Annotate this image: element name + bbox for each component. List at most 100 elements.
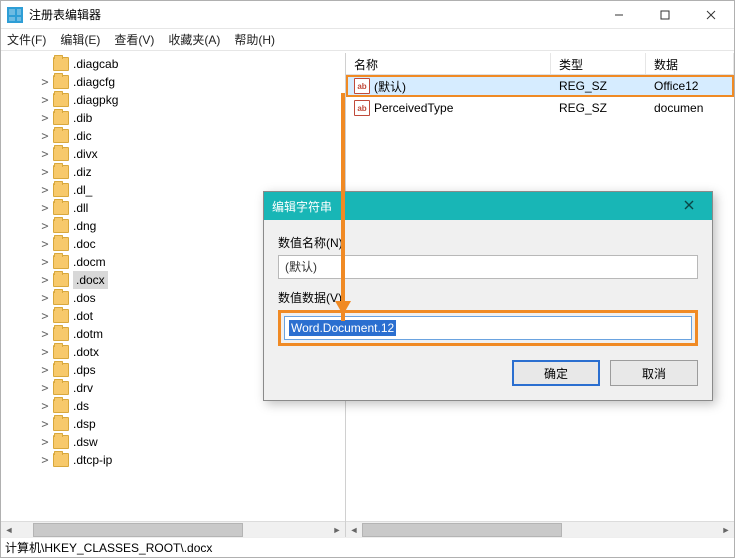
tree-item[interactable]: > .dib (19, 109, 345, 127)
tree-label: .dic (73, 129, 92, 143)
folder-icon (53, 183, 69, 197)
dialog-close-button[interactable] (674, 199, 704, 213)
scroll-thumb[interactable] (362, 523, 562, 537)
expand-icon[interactable]: > (39, 289, 51, 307)
cancel-button[interactable]: 取消 (610, 360, 698, 386)
folder-icon (53, 291, 69, 305)
expand-icon[interactable]: > (39, 181, 51, 199)
value-data-highlight: Word.Document.12 (278, 310, 698, 346)
tree-item[interactable]: > .dsp (19, 415, 345, 433)
folder-icon (53, 345, 69, 359)
expand-icon[interactable]: > (39, 379, 51, 397)
tree-item[interactable]: > .divx (19, 145, 345, 163)
scroll-left-icon[interactable]: ◄ (1, 522, 17, 538)
folder-icon (53, 165, 69, 179)
tree-label: .docm (73, 255, 106, 269)
expand-icon[interactable]: > (39, 127, 51, 145)
folder-icon (53, 201, 69, 215)
folder-icon (53, 453, 69, 467)
value-type: REG_SZ (551, 101, 646, 115)
expand-icon[interactable]: > (39, 91, 51, 109)
minimize-button[interactable] (596, 1, 642, 29)
tree-label: .dos (73, 291, 96, 305)
folder-icon (53, 435, 69, 449)
tree-item[interactable]: > .diagpkg (19, 91, 345, 109)
expand-icon[interactable]: > (39, 433, 51, 451)
folder-icon (53, 273, 69, 287)
scroll-right-icon[interactable]: ► (329, 522, 345, 538)
tree-horizontal-scrollbar[interactable]: ◄ ► (1, 521, 345, 537)
col-data[interactable]: 数据 (646, 53, 734, 74)
tree-label: .dl_ (73, 183, 92, 197)
value-row[interactable]: abPerceivedTypeREG_SZdocumen (346, 97, 734, 119)
tree-label: .doc (73, 237, 96, 251)
ok-button[interactable]: 确定 (512, 360, 600, 386)
folder-icon (53, 93, 69, 107)
tree-label: .diagpkg (73, 93, 118, 107)
expand-icon[interactable]: > (39, 73, 51, 91)
expand-icon[interactable]: > (39, 451, 51, 469)
dialog-title-bar[interactable]: 编辑字符串 (264, 192, 712, 220)
folder-icon (53, 399, 69, 413)
tree-item[interactable]: >.dsw (19, 433, 345, 451)
expand-icon[interactable]: > (39, 343, 51, 361)
menu-help[interactable]: 帮助(H) (234, 31, 275, 48)
expand-icon[interactable]: > (39, 325, 51, 343)
scroll-right-icon[interactable]: ► (718, 522, 734, 538)
regedit-icon (7, 7, 23, 23)
col-type[interactable]: 类型 (551, 53, 646, 74)
tree-label: .divx (73, 147, 98, 161)
expand-icon[interactable]: > (39, 271, 51, 289)
tree-label: .diagcfg (73, 75, 115, 89)
expand-icon[interactable]: > (39, 163, 51, 181)
expand-icon[interactable]: > (39, 235, 51, 253)
edit-string-dialog: 编辑字符串 数值名称(N) (默认) 数值数据(V) Word.Document… (263, 191, 713, 401)
maximize-button[interactable] (642, 1, 688, 29)
menu-favorites[interactable]: 收藏夹(A) (168, 31, 220, 48)
expand-icon[interactable]: > (39, 397, 51, 415)
expand-icon[interactable]: > (39, 253, 51, 271)
tree-item[interactable]: > .diagcfg (19, 73, 345, 91)
values-rows[interactable]: ab(默认)REG_SZOffice12abPerceivedTypeREG_S… (346, 75, 734, 119)
expand-icon[interactable]: > (39, 361, 51, 379)
dialog-title: 编辑字符串 (272, 198, 332, 215)
value-data-field[interactable]: Word.Document.12 (284, 316, 692, 340)
value-name-field[interactable]: (默认) (278, 255, 698, 279)
menu-edit[interactable]: 编辑(E) (60, 31, 100, 48)
tree-label: .docx (76, 273, 105, 287)
value-row[interactable]: ab(默认)REG_SZOffice12 (346, 75, 734, 97)
tree-label: .dll (73, 201, 88, 215)
tree-item[interactable]: .diagcab (19, 55, 345, 73)
scroll-left-icon[interactable]: ◄ (346, 522, 362, 538)
value-data: Office12 (646, 79, 734, 93)
window-controls (596, 1, 734, 29)
expand-icon[interactable]: > (39, 145, 51, 163)
menu-file[interactable]: 文件(F) (7, 31, 46, 48)
tree-label: .dps (73, 363, 96, 377)
tree-label: .dot (73, 309, 93, 323)
tree-item[interactable]: >.diz (19, 163, 345, 181)
tree-label: .dsp (73, 417, 96, 431)
folder-icon (53, 363, 69, 377)
tree-item[interactable]: > .dic (19, 127, 345, 145)
expand-icon[interactable]: > (39, 199, 51, 217)
tree-item[interactable]: >.dtcp-ip (19, 451, 345, 469)
col-name[interactable]: 名称 (346, 53, 551, 74)
status-bar: 计算机\HKEY_CLASSES_ROOT\.docx (1, 537, 734, 557)
title-bar: 注册表编辑器 (1, 1, 734, 29)
values-header: 名称 类型 数据 (346, 53, 734, 75)
tree-label: .dib (73, 111, 92, 125)
tree-label: .ds (73, 399, 89, 413)
expand-icon[interactable]: > (39, 217, 51, 235)
menu-view[interactable]: 查看(V) (114, 31, 154, 48)
expand-icon[interactable]: > (39, 109, 51, 127)
close-button[interactable] (688, 1, 734, 29)
expand-icon[interactable]: > (39, 307, 51, 325)
values-horizontal-scrollbar[interactable]: ◄ ► (346, 521, 734, 537)
folder-icon (53, 327, 69, 341)
value-data-selection[interactable]: Word.Document.12 (289, 320, 396, 336)
status-path: 计算机\HKEY_CLASSES_ROOT\.docx (5, 541, 212, 555)
expand-icon[interactable]: > (39, 415, 51, 433)
scroll-thumb[interactable] (33, 523, 243, 537)
menu-bar: 文件(F) 编辑(E) 查看(V) 收藏夹(A) 帮助(H) (1, 29, 734, 51)
